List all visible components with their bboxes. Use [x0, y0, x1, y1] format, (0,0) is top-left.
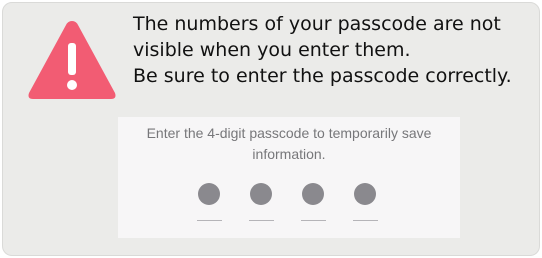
passcode-prompt-line-1: Enter the 4-digit passcode to temporaril… [146, 125, 432, 141]
passcode-dot [302, 183, 324, 205]
warning-triangle-icon [28, 21, 116, 99]
passcode-dot [354, 183, 376, 205]
passcode-digit-1[interactable] [197, 183, 223, 227]
passcode-dot [198, 183, 220, 205]
passcode-digit-4[interactable] [353, 183, 379, 227]
passcode-prompt-line-2: information. [252, 146, 326, 162]
passcode-underline [353, 220, 378, 221]
passcode-digit-3[interactable] [301, 183, 327, 227]
passcode-underline [197, 220, 222, 221]
passcode-digit-2[interactable] [249, 183, 275, 227]
passcode-underline [301, 220, 326, 221]
passcode-dot [250, 183, 272, 205]
passcode-prompt: Enter the 4-digit passcode to temporaril… [118, 123, 460, 165]
warning-line-3: Be sure to enter the passcode correctly. [133, 65, 512, 87]
passcode-screen: Enter the 4-digit passcode to temporaril… [118, 117, 460, 238]
warning-line-2: visible when you enter them. [133, 39, 411, 61]
warning-line-1: The numbers of your passcode are not [133, 13, 501, 35]
instruction-panel: The numbers of your passcode are not vis… [2, 2, 540, 256]
passcode-underline [249, 220, 274, 221]
warning-message: The numbers of your passcode are not vis… [133, 11, 541, 89]
